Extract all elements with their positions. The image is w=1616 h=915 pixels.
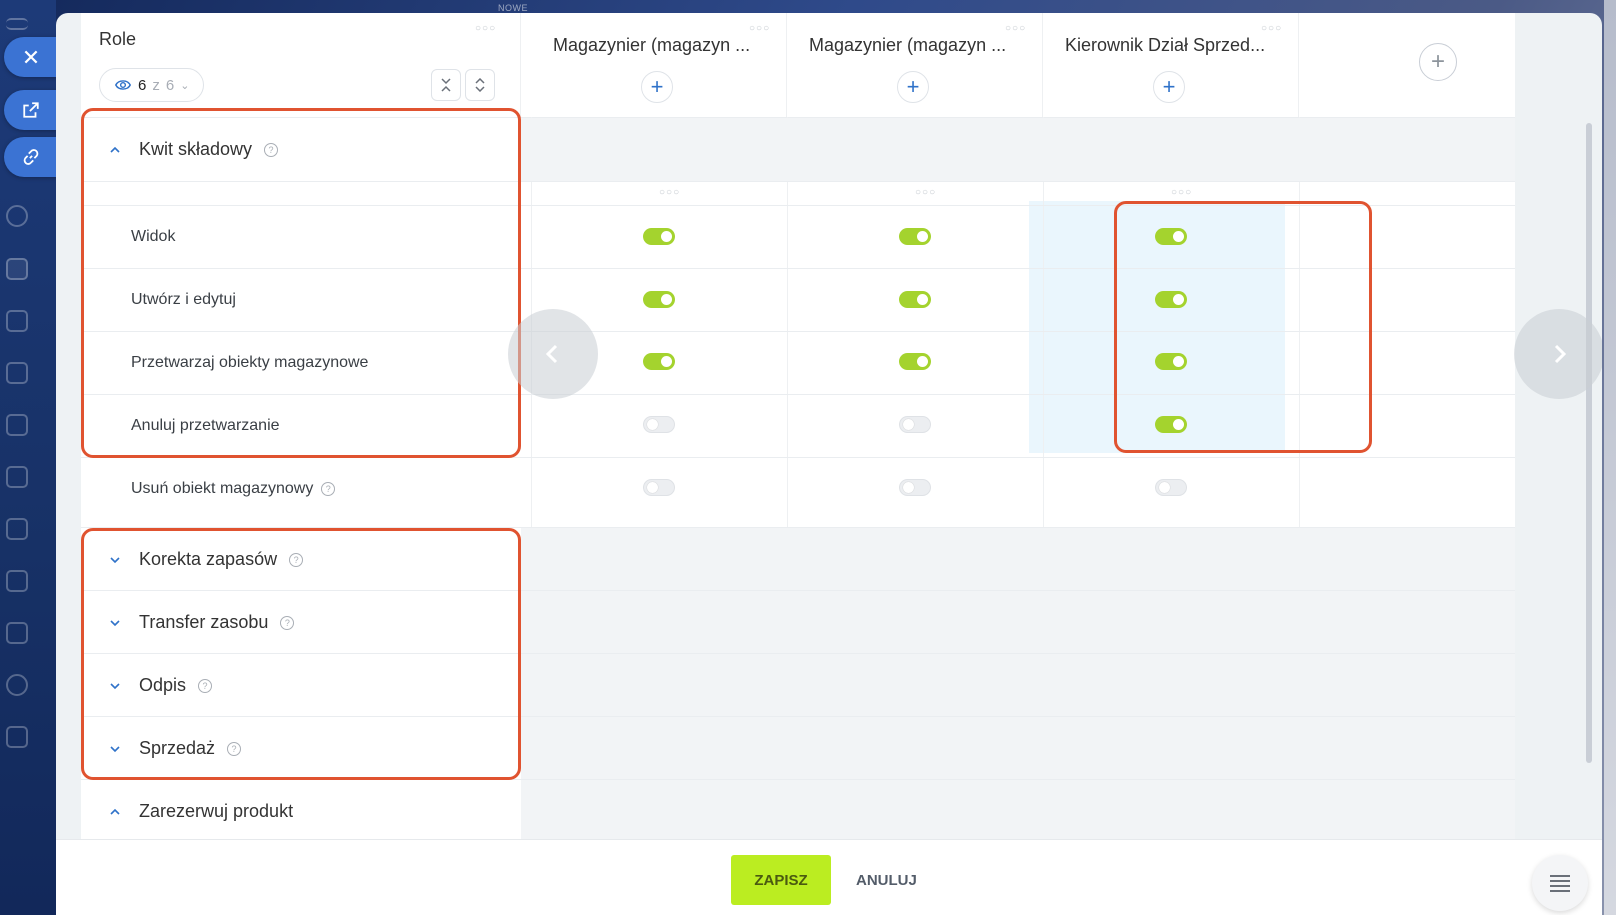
permissions-panel: Role 6 z 6 ⌄ ○○○ Magazynier (magazyn ...… (56, 13, 1602, 915)
toggle-utworz-role-2[interactable] (899, 291, 931, 308)
permission-row-usun: Usuń obiekt magazynowy ? (81, 457, 1515, 520)
more-icon[interactable]: ○○○ (659, 187, 680, 198)
scroll-left-button[interactable] (508, 309, 598, 399)
role-name-2[interactable]: Magazynier (magazyn ... (809, 35, 1025, 56)
chevron-right-icon (1554, 344, 1567, 364)
toggle-widok-role-1[interactable] (643, 228, 675, 245)
section-title: Zarezerwuj produkt (139, 801, 294, 821)
permissions-table: Role 6 z 6 ⌄ ○○○ Magazynier (magazyn ...… (81, 13, 1515, 839)
scroll-right-button[interactable] (1514, 309, 1602, 399)
toggle-usun-role-3[interactable] (1155, 479, 1187, 496)
save-button[interactable]: ZAPISZ (731, 855, 831, 905)
more-icon[interactable]: ○○○ (475, 23, 496, 34)
more-icon[interactable]: ○○○ (1005, 23, 1026, 34)
toggle-przetwarzaj-role-2[interactable] (899, 353, 931, 370)
role-name-3[interactable]: Kierownik Dział Sprzed... (1065, 35, 1281, 56)
annotation-box (81, 108, 521, 458)
annotation-box (81, 528, 521, 780)
new-label: NOWE (498, 3, 528, 13)
add-role-button[interactable]: + (1419, 43, 1457, 81)
visible-separator: z (152, 76, 160, 94)
footer-bar: ZAPISZ ANULUJ (56, 839, 1602, 915)
toggle-anuluj-role-1[interactable] (643, 416, 675, 433)
help-icon[interactable]: ? (321, 481, 336, 496)
scrollbar[interactable] (1586, 123, 1592, 763)
more-icon[interactable]: ○○○ (1171, 187, 1192, 198)
toggle-anuluj-role-2[interactable] (899, 416, 931, 433)
more-icon[interactable]: ○○○ (915, 187, 936, 198)
document-icon[interactable] (6, 414, 28, 436)
role-header: Role 6 z 6 ⌄ ○○○ (81, 13, 521, 117)
more-icon[interactable]: ○○○ (1261, 23, 1282, 34)
copy-link-button[interactable] (4, 137, 58, 177)
close-icon (24, 50, 38, 64)
eye-icon (114, 80, 132, 90)
permission-label-text: Usuń obiekt magazynowy (131, 479, 314, 497)
role-title: Role (99, 29, 137, 49)
close-panel-button[interactable] (4, 37, 58, 77)
background-edge (1604, 0, 1616, 915)
calendar-icon[interactable] (6, 570, 28, 592)
robot-icon[interactable] (6, 310, 28, 332)
section-zarezerwuj-produkt[interactable]: Zarezerwuj produkt (81, 780, 1515, 839)
chevron-down-icon: ⌄ (180, 79, 190, 92)
role-column-1: Magazynier (magazyn ... + ○○○ (531, 13, 787, 117)
external-link-icon (23, 102, 39, 118)
toggle-usun-role-1[interactable] (643, 479, 675, 496)
toggle-widok-role-2[interactable] (899, 228, 931, 245)
visible-total: 6 (165, 76, 175, 94)
menu-icon[interactable] (6, 18, 28, 30)
collapse-section-button[interactable] (103, 800, 127, 824)
menu-button[interactable] (1532, 855, 1588, 911)
role-column-2: Magazynier (magazyn ... + ○○○ (787, 13, 1043, 117)
role-name-1[interactable]: Magazynier (magazyn ... (553, 35, 769, 56)
link-icon (23, 149, 39, 165)
section-label-cell: Zarezerwuj produkt (81, 780, 521, 839)
collapse-all-button[interactable] (431, 69, 461, 101)
collapse-icon (441, 78, 451, 92)
permission-label: Usuń obiekt magazynowy ? (131, 457, 336, 520)
pen-icon[interactable] (6, 362, 28, 384)
role-column-3: Kierownik Dział Sprzed... + ○○○ (1043, 13, 1299, 117)
cart-icon[interactable] (6, 466, 28, 488)
add-permission-button-3[interactable]: + (1153, 71, 1185, 103)
annotation-box (1114, 201, 1372, 453)
box-icon[interactable] (6, 726, 28, 748)
expand-icon (475, 78, 485, 92)
add-permission-button-1[interactable]: + (641, 71, 673, 103)
warehouse-icon[interactable] (6, 518, 28, 540)
add-permission-button-2[interactable]: + (897, 71, 929, 103)
visible-roles-selector[interactable]: 6 z 6 ⌄ (99, 68, 205, 102)
chevron-left-icon (545, 344, 558, 364)
funnel-icon[interactable] (6, 258, 28, 280)
list-menu-icon (1550, 875, 1570, 892)
target-icon[interactable] (6, 205, 28, 227)
toggle-utworz-role-1[interactable] (643, 291, 675, 308)
expand-all-button[interactable] (465, 69, 495, 101)
visible-count: 6 (138, 76, 147, 94)
more-icon[interactable]: ○○○ (749, 23, 770, 34)
chart-icon[interactable] (6, 622, 28, 644)
open-new-window-button[interactable] (4, 90, 58, 130)
toggle-usun-role-2[interactable] (899, 479, 931, 496)
chevron-up-icon (110, 808, 120, 815)
cancel-button[interactable]: ANULUJ (846, 855, 927, 905)
settings-icon[interactable] (6, 674, 28, 696)
toggle-przetwarzaj-role-1[interactable] (643, 353, 675, 370)
